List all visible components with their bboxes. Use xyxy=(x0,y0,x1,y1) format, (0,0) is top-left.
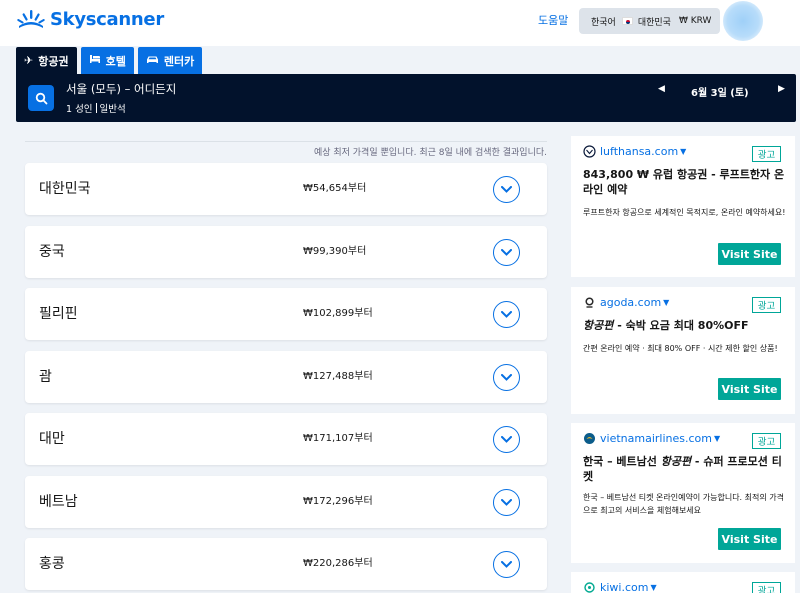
ad-domain: vietnamairlines.com xyxy=(600,432,712,445)
kiwi-logo-icon xyxy=(583,581,596,593)
ad-domain-link[interactable]: kiwi.com ▼ xyxy=(583,581,657,593)
ad-badge: 광고 xyxy=(752,433,781,449)
ad-description: 루프트한자 항공으로 세계적인 목적지로, 온라인 예약하세요! xyxy=(583,208,786,217)
ad-title[interactable]: 843,800 ₩ 유럽 항공권 - 루프트한자 온라인 예약 xyxy=(583,167,787,197)
expand-chevron-down-icon[interactable] xyxy=(493,489,520,516)
ad-card: agoda.com ▼ 광고 항공편 - 숙박 요금 최대 80%OFF 간편 온… xyxy=(571,287,795,414)
destination-name: 중국 xyxy=(39,244,65,260)
destination-name: 괌 xyxy=(39,369,52,385)
ad-description: 간편 온라인 예약 · 최대 80% OFF · 시간 제한 할인 상품! xyxy=(583,344,778,353)
departure-date[interactable]: 6월 3일 (토) xyxy=(691,84,749,99)
bed-icon xyxy=(89,54,101,67)
visit-site-button[interactable]: Visit Site xyxy=(718,378,781,400)
destination-price: ₩172,296부터 xyxy=(303,496,373,507)
destination-price: ₩127,488부터 xyxy=(303,371,373,382)
logo-text: Skyscanner xyxy=(50,8,164,30)
korea-flag-icon xyxy=(621,17,633,25)
vietnam-airlines-logo-icon xyxy=(583,432,596,445)
ad-domain: kiwi.com xyxy=(600,581,649,593)
visit-site-button[interactable]: Visit Site xyxy=(718,243,781,265)
ad-card: vietnamairlines.com ▼ 광고 한국 – 베트남선 항공편 - … xyxy=(571,423,795,563)
ad-title-pre: 한국 – 베트남선 xyxy=(583,455,661,468)
tab-label: 항공권 xyxy=(38,54,69,68)
ad-card: lufthansa.com ▼ 광고 843,800 ₩ 유럽 항공권 - 루프트… xyxy=(571,136,795,277)
price-disclaimer: 예상 최저 가격일 뿐입니다. 최근 8일 내에 검색한 결과입니다. xyxy=(313,148,547,158)
language-label: 한국어 xyxy=(591,17,616,28)
expand-chevron-down-icon[interactable] xyxy=(493,176,520,203)
destination-price: ₩220,286부터 xyxy=(303,558,373,569)
ad-description: 한국 – 베트남선 티켓 온라인예약이 가능합니다. 최적의 가격으로 최고의 … xyxy=(583,493,784,515)
caret-down-icon: ▼ xyxy=(680,147,687,156)
destination-row[interactable]: 필리핀 ₩102,899부터 xyxy=(25,288,547,340)
destination-name: 대만 xyxy=(39,431,65,447)
tab-label: 렌터카 xyxy=(163,54,195,68)
ad-title-rest: - 숙박 요금 최대 80%OFF xyxy=(613,319,749,332)
destination-name: 홍콩 xyxy=(39,556,65,572)
ad-badge: 광고 xyxy=(752,582,781,593)
destination-name: 대한민국 xyxy=(39,181,91,197)
destination-price: ₩99,390부터 xyxy=(303,246,367,257)
search-summary-bar: 서울 (모두) – 어디든지 1 성인 일반석 ◀ 6월 3일 (토) ▶ xyxy=(16,74,796,122)
destination-row[interactable]: 중국 ₩99,390부터 xyxy=(25,226,547,278)
ad-title[interactable]: 항공편 - 숙박 요금 최대 80%OFF xyxy=(583,318,787,333)
tab-flights[interactable]: ✈ 항공권 xyxy=(16,47,77,74)
cabin-class: 일반석 xyxy=(99,104,126,115)
destination-name: 베트남 xyxy=(39,494,78,510)
caret-down-icon: ▼ xyxy=(650,583,657,592)
destination-row[interactable]: 베트남 ₩172,296부터 xyxy=(25,476,547,528)
caret-down-icon: ▼ xyxy=(713,434,721,443)
passenger-cabin-text[interactable]: 1 성인 일반석 xyxy=(66,101,126,115)
previous-date-arrow-icon[interactable]: ◀ xyxy=(658,84,665,94)
agoda-logo-icon xyxy=(583,296,596,309)
product-tabs: ✈ 항공권 호텔 렌터카 xyxy=(16,47,206,74)
expand-chevron-down-icon[interactable] xyxy=(493,301,520,328)
ad-domain-link[interactable]: agoda.com ▼ xyxy=(583,296,669,309)
country-label: 대한민국 xyxy=(637,17,671,28)
search-icon xyxy=(35,92,47,104)
destination-row[interactable]: 대한민국 ₩54,654부터 xyxy=(25,163,547,215)
ad-title[interactable]: 한국 – 베트남선 항공편 - 슈퍼 프로모션 티켓 xyxy=(583,454,787,484)
expand-chevron-down-icon[interactable] xyxy=(493,426,520,453)
currency-label: ₩ KRW xyxy=(678,16,712,26)
sunrise-logo-icon xyxy=(17,10,45,28)
ad-domain-link[interactable]: vietnamairlines.com ▼ xyxy=(583,432,720,445)
passenger-count: 1 성인 xyxy=(66,104,93,115)
expand-chevron-down-icon[interactable] xyxy=(493,239,520,266)
airplane-icon: ✈ xyxy=(24,54,34,67)
car-icon xyxy=(146,54,159,67)
search-button[interactable] xyxy=(28,85,54,111)
lufthansa-logo-icon xyxy=(583,145,596,158)
tab-car-hire[interactable]: 렌터카 xyxy=(137,47,203,74)
tab-hotels[interactable]: 호텔 xyxy=(80,47,134,74)
next-date-arrow-icon[interactable]: ▶ xyxy=(778,84,785,94)
tab-label: 호텔 xyxy=(105,54,126,68)
route-text[interactable]: 서울 (모두) – 어디든지 xyxy=(66,81,176,97)
expand-chevron-down-icon[interactable] xyxy=(493,551,520,578)
help-link[interactable]: 도움말 xyxy=(538,12,568,28)
destination-row[interactable]: 대만 ₩171,107부터 xyxy=(25,413,547,465)
ad-domain-link[interactable]: lufthansa.com ▼ xyxy=(583,145,686,158)
destination-row[interactable]: 홍콩 ₩220,286부터 xyxy=(25,538,547,590)
destination-price: ₩54,654부터 xyxy=(303,183,367,194)
ad-badge: 광고 xyxy=(752,146,781,162)
skyscanner-logo[interactable]: Skyscanner xyxy=(16,6,164,32)
expand-chevron-down-icon[interactable] xyxy=(493,364,520,391)
ad-card: kiwi.com ▼ 광고 xyxy=(571,572,795,593)
ad-badge: 광고 xyxy=(752,297,781,313)
ad-domain: lufthansa.com xyxy=(600,145,679,158)
destination-row[interactable]: 괌 ₩127,488부터 xyxy=(25,351,547,403)
ad-domain: agoda.com xyxy=(600,296,662,309)
destination-price: ₩171,107부터 xyxy=(303,433,373,444)
divider xyxy=(95,103,97,113)
avatar[interactable] xyxy=(723,1,763,41)
visit-site-button[interactable]: Visit Site xyxy=(718,528,781,550)
destination-price: ₩102,899부터 xyxy=(303,308,373,319)
locale-button[interactable]: 한국어 대한민국 ₩ KRW xyxy=(579,8,720,34)
ad-title-highlight: 항공편 xyxy=(660,455,692,468)
top-bar: Skyscanner 도움말 한국어 대한민국 ₩ KRW xyxy=(0,0,800,46)
ad-title-highlight: 항공편 xyxy=(583,319,614,332)
caret-down-icon: ▼ xyxy=(663,298,670,307)
results-divider xyxy=(25,141,547,142)
destination-name: 필리핀 xyxy=(39,306,78,322)
